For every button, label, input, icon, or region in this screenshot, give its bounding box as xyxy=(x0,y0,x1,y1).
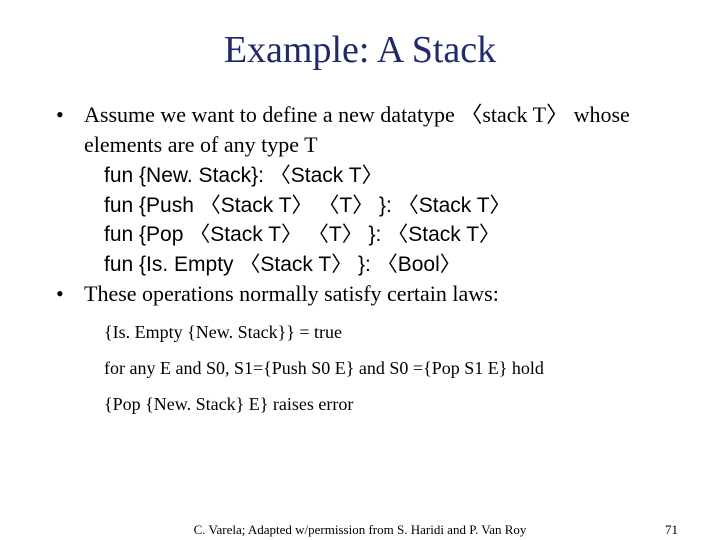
bullet-item: • These operations normally satisfy cert… xyxy=(50,279,670,309)
signature-line: fun {Push 〈Stack T〉 〈T〉 }: 〈Stack T〉 xyxy=(104,191,670,220)
bullet-marker: • xyxy=(50,100,84,159)
signature-line: fun {New. Stack}: 〈Stack T〉 xyxy=(104,161,670,190)
bullet-text: Assume we want to define a new datatype … xyxy=(84,100,670,159)
law-line: {Pop {New. Stack} E} raises error xyxy=(104,391,670,417)
footer-credit: C. Varela; Adapted w/permission from S. … xyxy=(0,522,720,538)
law-line: {Is. Empty {New. Stack}} = true xyxy=(104,319,670,345)
page-number: 71 xyxy=(665,522,678,538)
signature-line: fun {Pop 〈Stack T〉 〈T〉 }: 〈Stack T〉 xyxy=(104,220,670,249)
bullet-text: These operations normally satisfy certai… xyxy=(84,279,670,309)
law-line: for any E and S0, S1={Push S0 E} and S0 … xyxy=(104,355,670,381)
bullet-item: • Assume we want to define a new datatyp… xyxy=(50,100,670,159)
slide-title: Example: A Stack xyxy=(50,28,670,72)
slide: Example: A Stack • Assume we want to def… xyxy=(0,0,720,540)
bullet-marker: • xyxy=(50,279,84,309)
signature-line: fun {Is. Empty 〈Stack T〉 }: 〈Bool〉 xyxy=(104,250,670,279)
slide-body: • Assume we want to define a new datatyp… xyxy=(50,100,670,417)
